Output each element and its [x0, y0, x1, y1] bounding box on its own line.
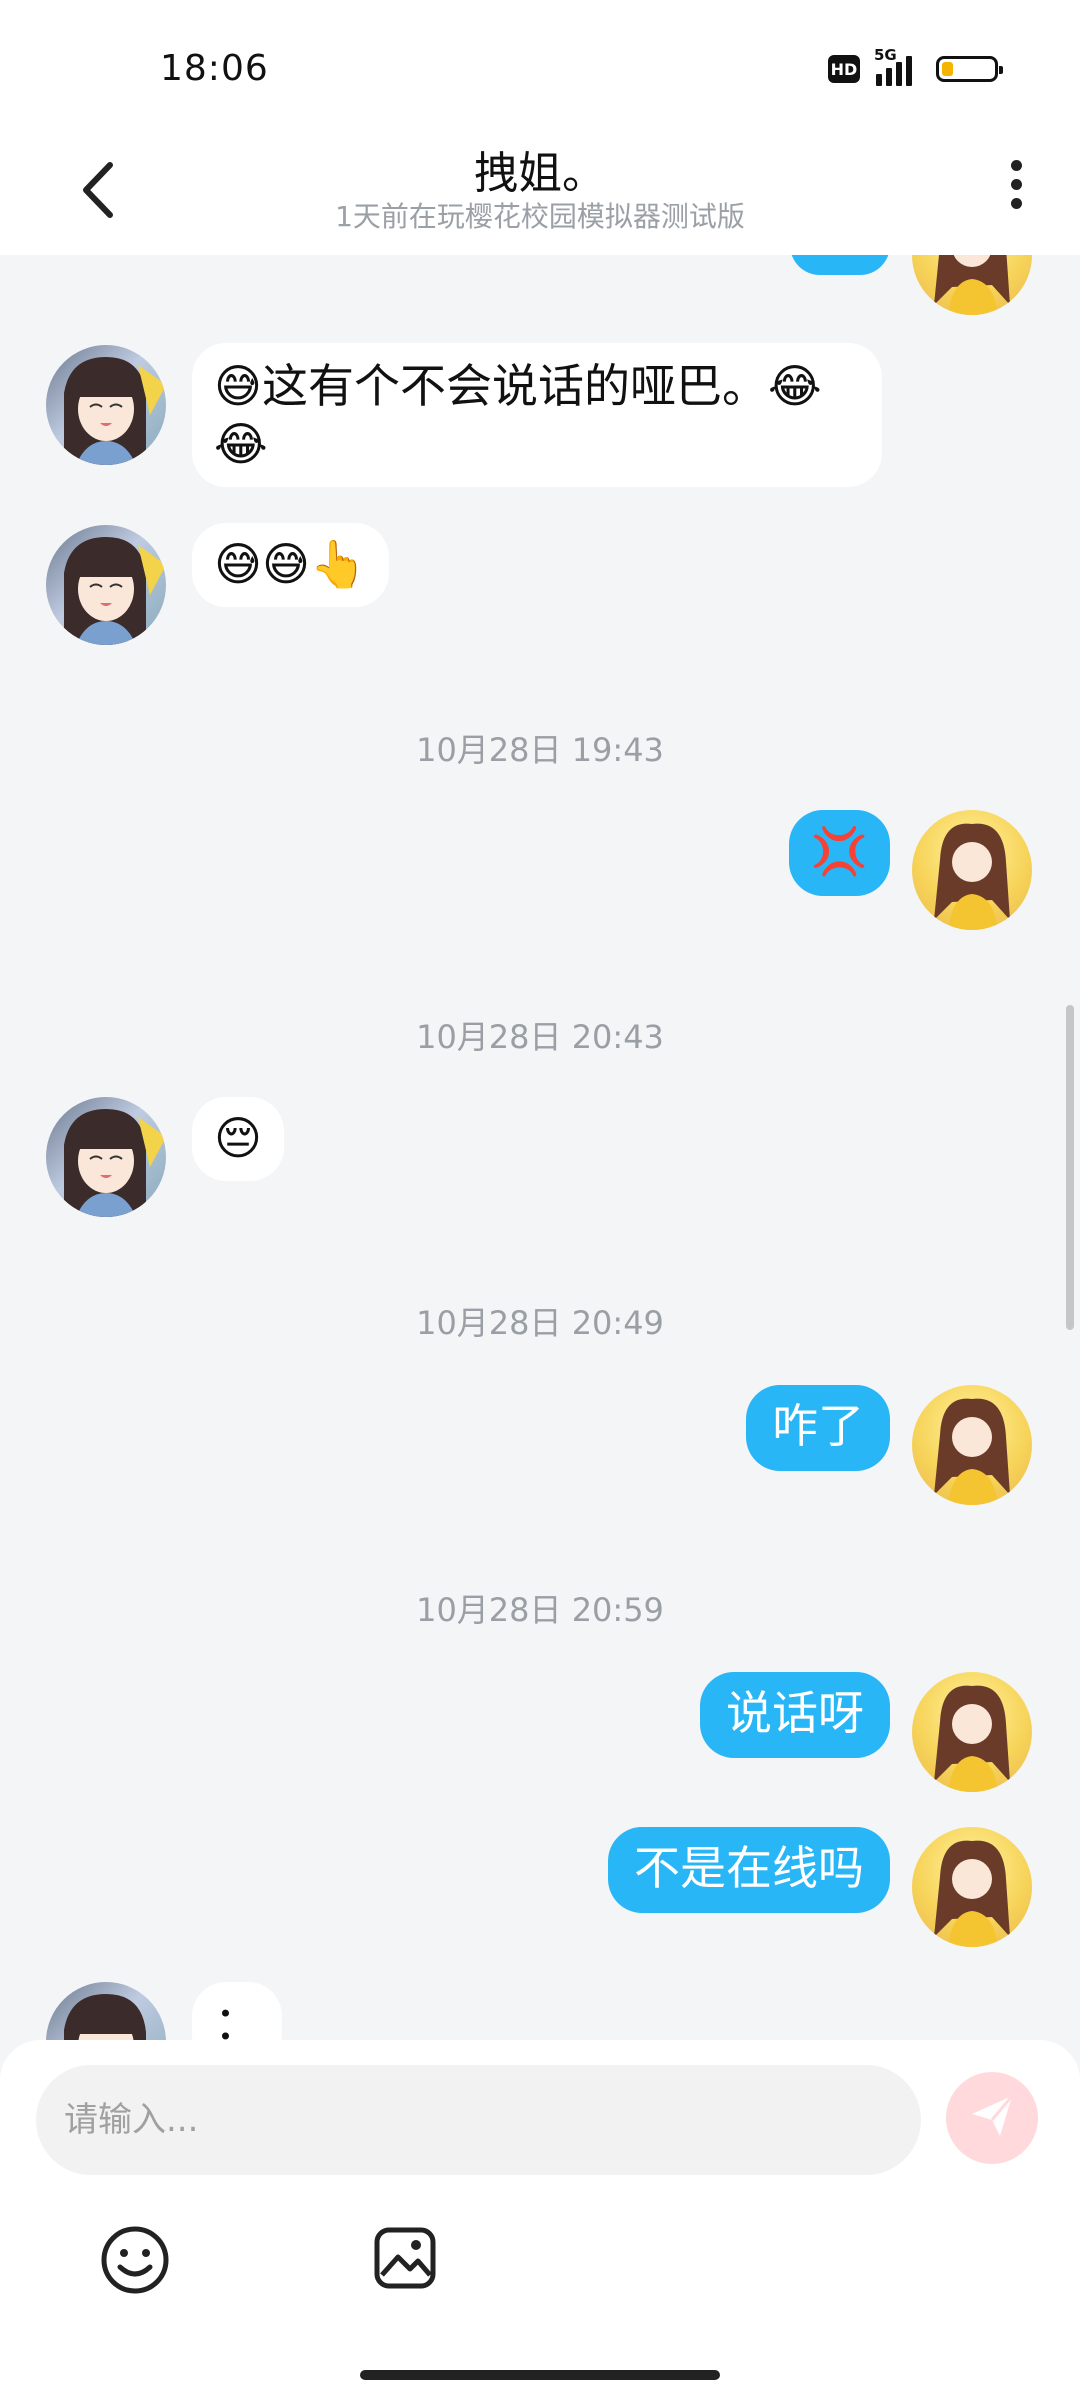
- message-timestamp: 10月28日 20:59: [416, 1591, 664, 1629]
- my-avatar[interactable]: [912, 810, 1032, 930]
- message-timestamp: 10月28日 20:43: [416, 1018, 664, 1056]
- send-button[interactable]: [946, 2072, 1038, 2164]
- message-bubble-outgoing[interactable]: 💢: [788, 810, 890, 896]
- message-text: 😔: [214, 1111, 262, 1165]
- contact-avatar[interactable]: [46, 1982, 166, 2040]
- composer: 请输入...: [0, 2040, 1080, 2400]
- signal-icon: 5G: [874, 46, 922, 86]
- chat-header: 拽姐。 1天前在玩樱花校园模拟器测试版: [0, 125, 1080, 255]
- message-timestamp: 10月28日 19:43: [416, 731, 664, 769]
- contact-avatar[interactable]: [46, 345, 166, 465]
- message-bubble-incoming[interactable]: 😅😅👆: [192, 523, 390, 607]
- message-timestamp: 10月28日 20:49: [416, 1304, 664, 1342]
- message-text: 😅😅👆: [214, 537, 368, 591]
- message-text: 不是在线吗: [634, 1841, 864, 1895]
- message-bubble-outgoing[interactable]: [790, 255, 890, 275]
- message-text: 咋了: [772, 1399, 864, 1453]
- my-avatar[interactable]: [912, 1385, 1032, 1505]
- message-text: 😂: [214, 417, 268, 471]
- message-bubble-outgoing[interactable]: 说话呀: [700, 1672, 890, 1758]
- message-bubble-outgoing[interactable]: 不是在线吗: [608, 1827, 890, 1913]
- message-text: 说话呀: [726, 1686, 864, 1740]
- send-icon: [966, 2090, 1018, 2146]
- contact-status: 1天前在玩樱花校园模拟器测试版: [335, 200, 745, 233]
- image-icon[interactable]: [372, 2225, 438, 2291]
- scrollbar[interactable]: [1066, 1005, 1074, 1330]
- my-avatar[interactable]: [912, 1672, 1032, 1792]
- network-label: 5G: [874, 46, 897, 64]
- message-text: 💢: [810, 824, 868, 878]
- message-bubble-incoming[interactable]: 😅这有个不会说话的哑巴。😂 😂: [192, 343, 882, 487]
- message-bubble-incoming[interactable]: ：: [192, 1982, 282, 2040]
- contact-avatar[interactable]: [46, 525, 166, 645]
- my-avatar[interactable]: [912, 255, 1032, 315]
- status-time: 18:06: [160, 48, 269, 89]
- more-vertical-icon[interactable]: [1004, 155, 1028, 225]
- battery-icon: [936, 56, 1003, 82]
- message-bubble-incoming[interactable]: 😔: [192, 1097, 284, 1181]
- status-icons: HD 5G: [828, 46, 1003, 86]
- message-list[interactable]: 😅这有个不会说话的哑巴。😂 😂 😅😅👆 10月28日 19:43 💢 10月28…: [0, 255, 1080, 2040]
- message-input[interactable]: 请输入...: [36, 2065, 921, 2175]
- battery-level: [942, 62, 953, 76]
- contact-avatar[interactable]: [46, 1097, 166, 1217]
- my-avatar[interactable]: [912, 1827, 1032, 1947]
- hd-icon: HD: [828, 55, 860, 83]
- contact-name[interactable]: 拽姐。: [0, 137, 1080, 201]
- status-bar: 18:06 HD 5G: [0, 0, 1080, 125]
- emoji-icon[interactable]: [100, 2225, 170, 2295]
- message-bubble-outgoing[interactable]: 咋了: [746, 1385, 890, 1471]
- message-text: ：: [214, 1996, 260, 2040]
- home-indicator[interactable]: [360, 2370, 720, 2380]
- message-text: 😅这有个不会说话的哑巴。😂: [214, 359, 822, 413]
